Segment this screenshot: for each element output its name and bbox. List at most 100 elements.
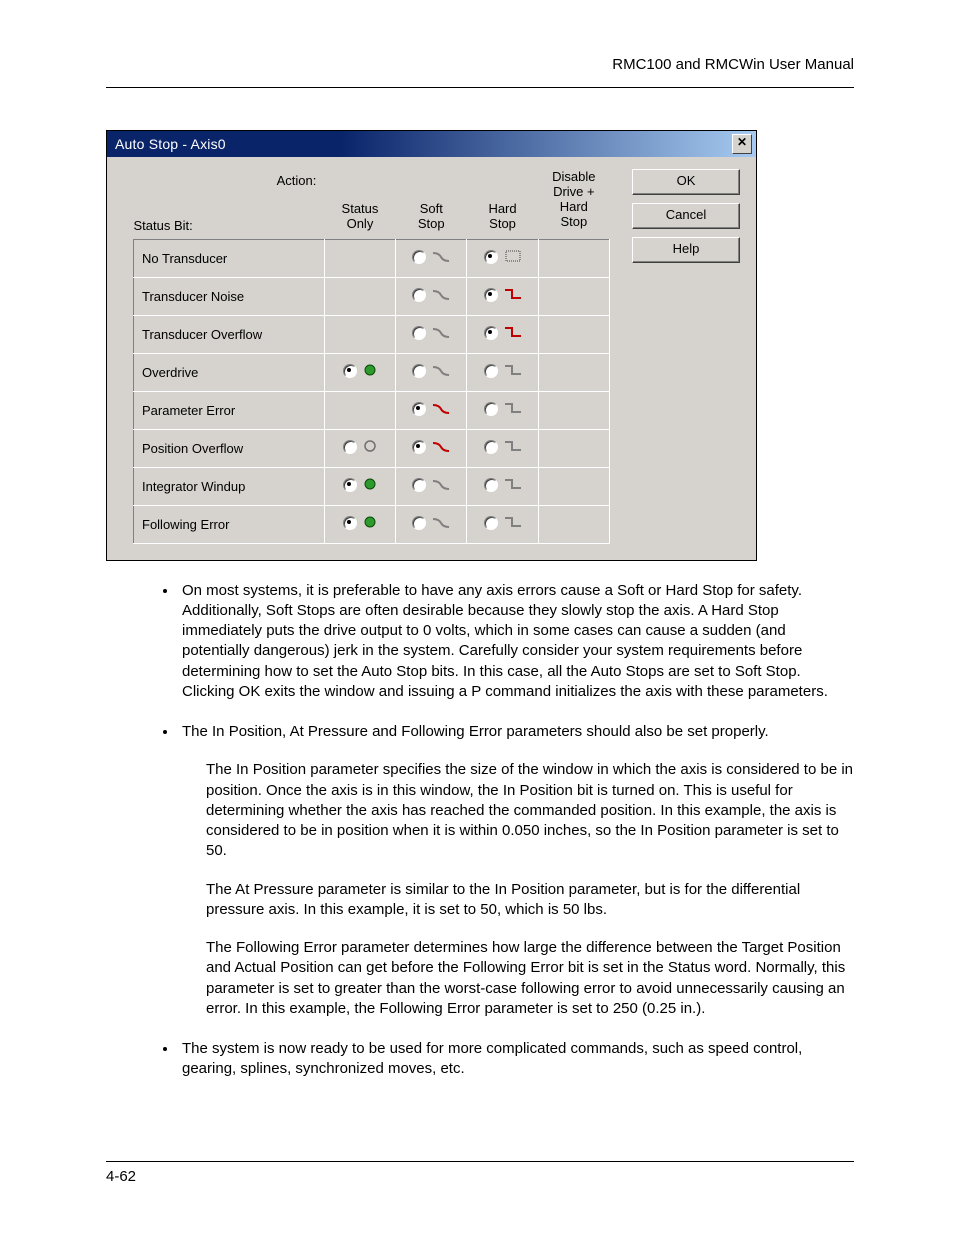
option-cell[interactable]	[324, 353, 395, 391]
option-icon	[363, 477, 377, 494]
header-rule	[106, 87, 854, 88]
option-icon	[432, 287, 450, 304]
col-soft-stop: Soft Stop	[396, 167, 467, 239]
footer-rule	[106, 1161, 854, 1162]
radio-icon[interactable]	[412, 326, 426, 340]
option-cell[interactable]	[324, 467, 395, 505]
radio-icon[interactable]	[412, 478, 426, 492]
option-cell[interactable]	[396, 429, 467, 467]
option-cell-empty	[538, 505, 609, 543]
option-cell-empty	[324, 315, 395, 353]
radio-icon[interactable]	[484, 364, 498, 378]
radio-icon[interactable]	[484, 250, 498, 264]
option-icon	[432, 439, 450, 456]
radio-icon[interactable]	[412, 516, 426, 530]
table-row: No Transducer	[134, 239, 610, 277]
option-cell[interactable]	[467, 467, 538, 505]
option-cell-empty	[538, 239, 609, 277]
option-cell-empty	[538, 277, 609, 315]
option-cell[interactable]	[467, 429, 538, 467]
col-hard-stop: Hard Stop	[467, 167, 538, 239]
option-icon	[504, 287, 522, 304]
radio-icon[interactable]	[343, 478, 357, 492]
radio-icon[interactable]	[343, 364, 357, 378]
dialog-title: Auto Stop - Axis0	[111, 136, 732, 152]
option-icon	[432, 249, 450, 266]
option-icon	[363, 363, 377, 380]
action-label: Action:	[134, 173, 317, 188]
option-cell-empty	[324, 239, 395, 277]
radio-icon[interactable]	[343, 516, 357, 530]
sub-following-error: The Following Error parameter determines…	[206, 938, 854, 1019]
row-label: Integrator Windup	[134, 479, 245, 494]
row-label: Following Error	[134, 517, 229, 532]
row-label: Overdrive	[134, 365, 198, 380]
option-cell[interactable]	[396, 277, 467, 315]
option-cell[interactable]	[467, 239, 538, 277]
radio-icon[interactable]	[412, 250, 426, 264]
radio-icon[interactable]	[484, 402, 498, 416]
radio-icon[interactable]	[343, 440, 357, 454]
radio-icon[interactable]	[412, 364, 426, 378]
option-icon	[363, 439, 377, 456]
option-icon	[432, 401, 450, 418]
option-cell[interactable]	[396, 505, 467, 543]
option-cell-empty	[324, 277, 395, 315]
table-row: Integrator Windup	[134, 467, 610, 505]
sub-at-pressure: The At Pressure parameter is similar to …	[206, 880, 854, 921]
ok-button[interactable]: OK	[632, 169, 740, 195]
help-button[interactable]: Help	[632, 237, 740, 263]
option-cell[interactable]	[396, 315, 467, 353]
radio-icon[interactable]	[412, 288, 426, 302]
option-cell[interactable]	[467, 353, 538, 391]
radio-icon[interactable]	[412, 440, 426, 454]
radio-icon[interactable]	[412, 402, 426, 416]
option-cell[interactable]	[467, 391, 538, 429]
option-cell[interactable]	[396, 467, 467, 505]
option-cell[interactable]	[396, 239, 467, 277]
option-icon	[504, 439, 522, 456]
option-icon	[504, 363, 522, 380]
option-icon	[363, 515, 377, 532]
radio-icon[interactable]	[484, 478, 498, 492]
option-cell[interactable]	[324, 429, 395, 467]
option-cell[interactable]	[467, 505, 538, 543]
option-cell-empty	[538, 315, 609, 353]
option-cell[interactable]	[396, 391, 467, 429]
row-label: Transducer Overflow	[134, 327, 262, 342]
row-label: Transducer Noise	[134, 289, 244, 304]
option-icon	[504, 515, 522, 532]
cancel-button[interactable]: Cancel	[632, 203, 740, 229]
option-icon	[504, 401, 522, 418]
table-row: Position Overflow	[134, 429, 610, 467]
radio-icon[interactable]	[484, 440, 498, 454]
sub-in-position: The In Position parameter specifies the …	[206, 760, 854, 861]
radio-icon[interactable]	[484, 516, 498, 530]
table-row: Overdrive	[134, 353, 610, 391]
auto-stop-dialog: Auto Stop - Axis0 ✕ Action: Status Bit: …	[106, 130, 757, 561]
row-label: No Transducer	[134, 251, 227, 266]
option-cell[interactable]	[396, 353, 467, 391]
option-cell[interactable]	[324, 505, 395, 543]
radio-icon[interactable]	[484, 288, 498, 302]
close-icon[interactable]: ✕	[732, 134, 752, 154]
col-disable-drive: Disable Drive + Hard Stop	[538, 167, 609, 239]
bullet-1: On most systems, it is preferable to hav…	[178, 581, 854, 703]
page-number: 4-62	[106, 1168, 854, 1185]
row-label: Parameter Error	[134, 403, 235, 418]
status-bit-label: Status Bit:	[134, 218, 193, 233]
option-icon	[432, 325, 450, 342]
option-cell[interactable]	[467, 277, 538, 315]
body-text: On most systems, it is preferable to hav…	[106, 581, 854, 1080]
option-icon	[504, 249, 522, 266]
radio-icon[interactable]	[484, 326, 498, 340]
auto-stop-table: Action: Status Bit: Status Only Soft Sto…	[133, 167, 610, 544]
option-cell-empty	[538, 429, 609, 467]
option-icon	[432, 363, 450, 380]
table-row: Transducer Noise	[134, 277, 610, 315]
option-icon	[504, 325, 522, 342]
table-row: Transducer Overflow	[134, 315, 610, 353]
option-cell[interactable]	[467, 315, 538, 353]
option-cell-empty	[538, 353, 609, 391]
option-icon	[504, 477, 522, 494]
